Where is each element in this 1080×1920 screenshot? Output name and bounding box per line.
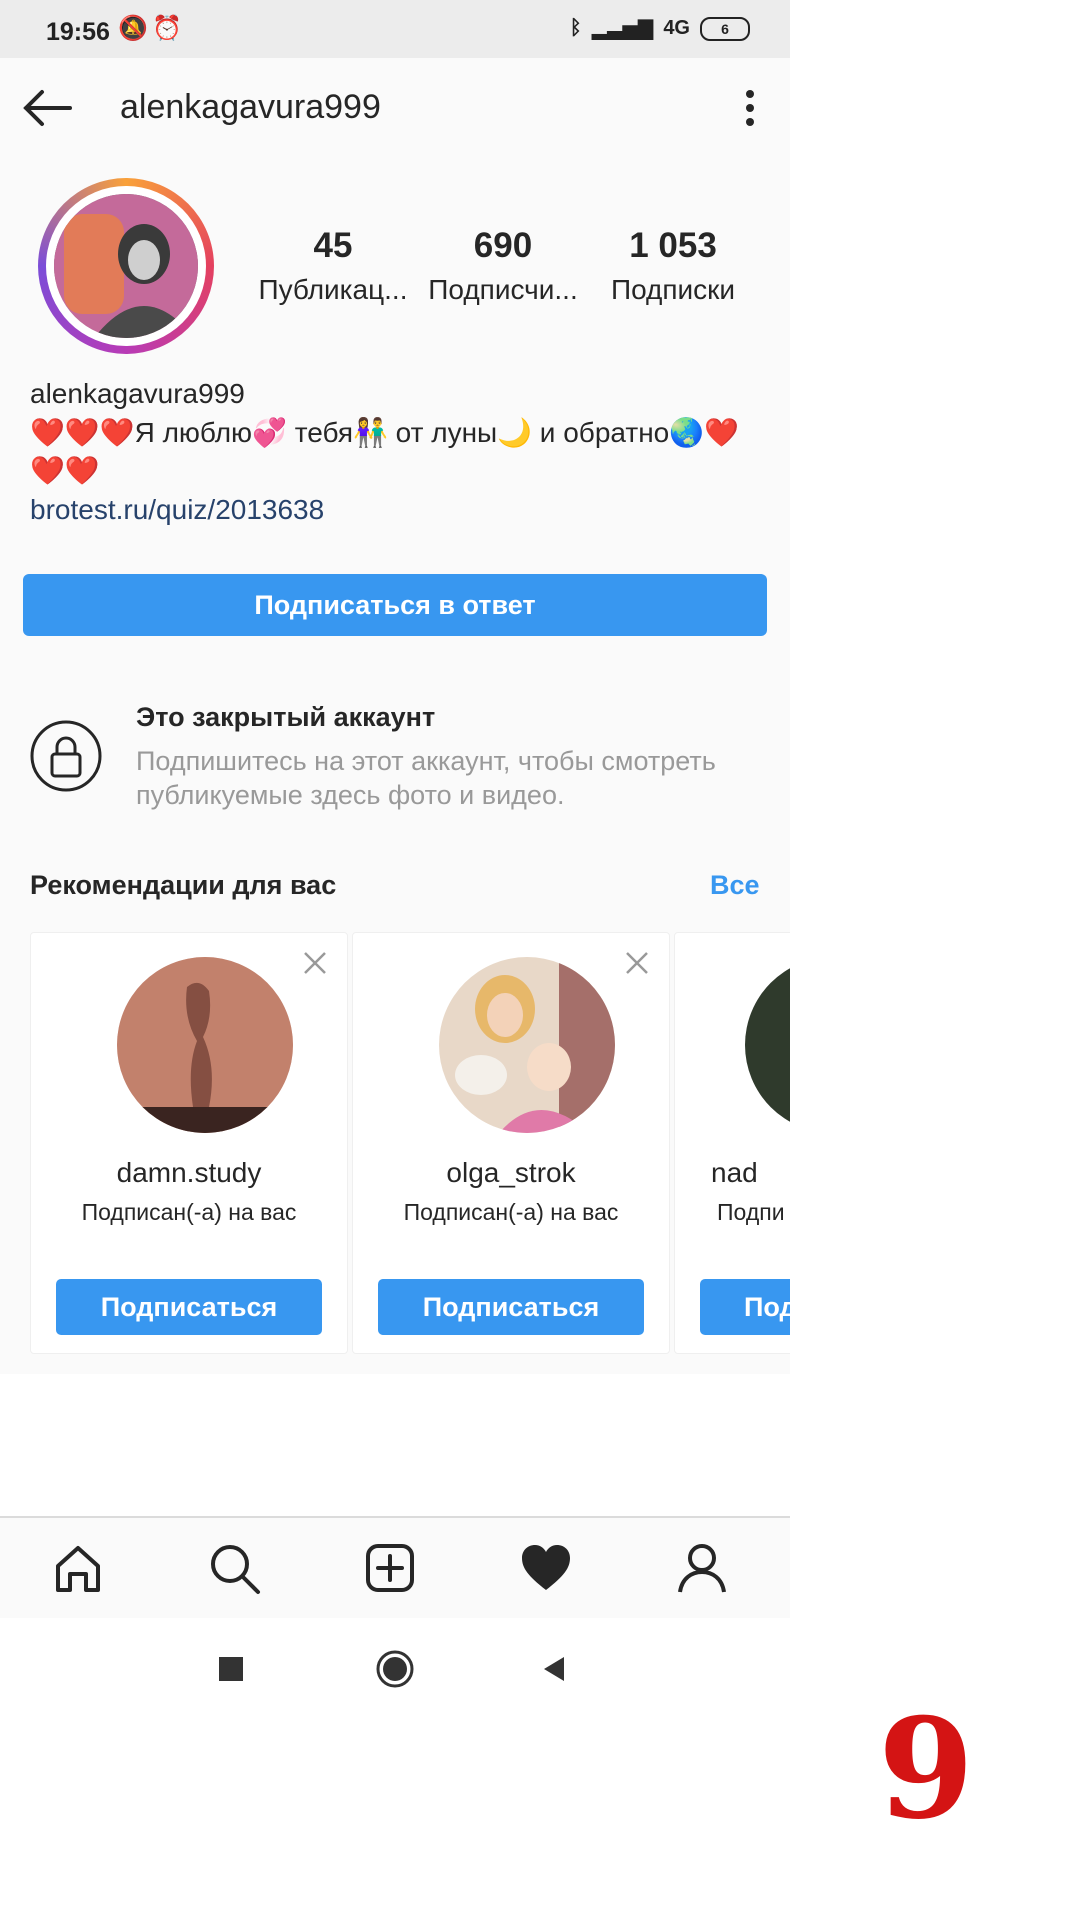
alarm-icon: ⏰ [152, 15, 182, 42]
following-label: Подписки [610, 274, 736, 305]
profile-icon[interactable] [674, 1540, 730, 1596]
stat-followers[interactable]: 690 Подписчи... [428, 226, 578, 306]
bio-text: ❤️❤️❤️Я люблю💞 тебя👫 от луны🌙 и обратно🌏… [30, 417, 739, 486]
close-icon[interactable] [625, 951, 649, 975]
top-bar: alenkagavura999 [0, 58, 790, 156]
phone-screen: 19:56 🔕 ⏰ ᛒ ▂▃▅▇ 4G 6 alenkagavura999 45… [0, 0, 790, 1920]
follow-back-button[interactable]: Подписаться в ответ [23, 574, 767, 636]
profile-page: alenkagavura999 45 Публикац... 690 Подпи… [0, 58, 790, 1374]
suggestion-photo [439, 957, 615, 1133]
recents-icon[interactable] [218, 1656, 244, 1682]
followers-label: Подписчи... [428, 274, 578, 305]
suggestion-card[interactable]: olga_strok Подписан(-а) на вас Подписать… [352, 932, 670, 1354]
avatar-silhouette [54, 194, 198, 338]
corner-number-badge: 9 [878, 1687, 975, 1850]
home-button-icon[interactable] [376, 1650, 414, 1688]
more-options-icon[interactable] [740, 88, 760, 128]
suggestion-subtitle: Подписан(-а) на вас [81, 1199, 297, 1225]
follow-button[interactable]: Подписаться [56, 1279, 322, 1335]
suggestion-avatar[interactable] [745, 957, 790, 1133]
recommendations-title: Рекомендации для вас [30, 870, 337, 900]
private-account-title: Это закрытый аккаунт [136, 702, 436, 732]
suggestion-subtitle: Подпи [717, 1199, 785, 1225]
recommendation-carousel[interactable]: damn.study Подписан(-а) на вас Подписать… [0, 932, 790, 1372]
suggestion-photo [117, 957, 293, 1133]
suggestion-username[interactable]: damn.study [31, 1157, 347, 1189]
suggestion-subtitle: Подписан(-а) на вас [403, 1199, 619, 1225]
status-bar: 19:56 🔕 ⏰ ᛒ ▂▃▅▇ 4G 6 [0, 0, 790, 58]
profile-avatar[interactable] [38, 178, 214, 354]
signal-icon: ▂▃▅▇ [591, 18, 654, 40]
back-arrow-icon[interactable] [20, 86, 74, 130]
profile-username-title: alenkagavura999 [120, 88, 381, 126]
new-post-icon[interactable] [362, 1540, 418, 1596]
back-button-icon[interactable] [542, 1656, 566, 1682]
suggestion-card[interactable]: damn.study Подписан(-а) на вас Подписать… [30, 932, 348, 1354]
status-time: 19:56 [46, 18, 110, 46]
status-right: ᛒ ▂▃▅▇ 4G 6 [570, 16, 750, 41]
network-type: 4G [663, 17, 690, 39]
suggestion-photo [745, 957, 790, 1133]
posts-label: Публикац... [258, 274, 408, 305]
follow-button[interactable]: Подписаться [378, 1279, 644, 1335]
heart-icon[interactable] [518, 1540, 574, 1596]
lock-icon [30, 720, 102, 792]
bottom-nav [0, 1516, 790, 1618]
search-icon[interactable] [206, 1540, 262, 1596]
suggestion-username[interactable]: nad [711, 1157, 790, 1189]
bluetooth-icon: ᛒ [569, 17, 582, 39]
stat-following[interactable]: 1 053 Подписки [598, 226, 748, 306]
see-all-link[interactable]: Все [710, 870, 760, 901]
suggestion-avatar[interactable] [439, 957, 615, 1133]
suggestion-username[interactable]: olga_strok [353, 1157, 669, 1189]
private-account-description: Подпишитесь на этот аккаунт, чтобы смотр… [136, 746, 716, 810]
follow-button[interactable]: Под [700, 1279, 790, 1335]
battery-icon: 6 [700, 16, 750, 41]
bio-link[interactable]: brotest.ru/quiz/2013638 [30, 494, 324, 526]
followers-count: 690 [473, 226, 533, 265]
muted-bell-icon: 🔕 [118, 15, 148, 42]
avatar-photo [54, 194, 198, 338]
system-nav-bar [0, 1618, 790, 1718]
posts-count: 45 [313, 226, 353, 265]
suggestion-avatar[interactable] [117, 957, 293, 1133]
following-count: 1 053 [629, 226, 717, 265]
home-icon[interactable] [50, 1540, 106, 1596]
stat-posts[interactable]: 45 Публикац... [258, 226, 408, 306]
battery-level: 6 [721, 20, 729, 37]
suggestion-card[interactable]: nad Подпи Под [674, 932, 790, 1354]
bio-name: alenkagavura999 [30, 378, 245, 409]
close-icon[interactable] [303, 951, 327, 975]
